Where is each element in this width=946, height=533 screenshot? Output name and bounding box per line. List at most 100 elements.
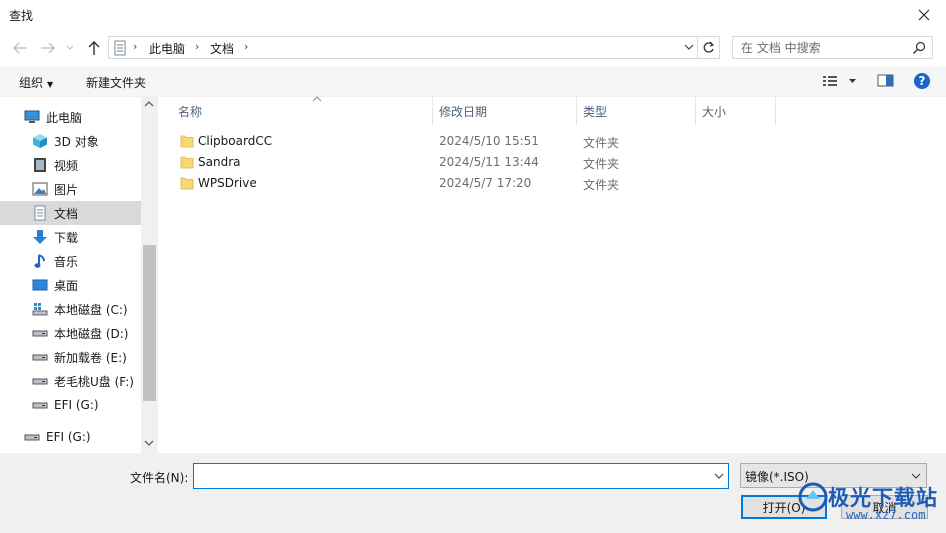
music-icon <box>32 253 48 269</box>
file-date: 2024/5/7 17:20 <box>439 176 532 190</box>
nav-item-desktop[interactable]: 桌面 <box>0 273 141 297</box>
column-header-name[interactable]: 名称 <box>172 95 433 125</box>
preview-pane-button[interactable] <box>877 74 895 91</box>
nav-item-pictures[interactable]: 图片 <box>0 177 141 201</box>
usb-drive-icon <box>32 373 48 389</box>
nav-scrollbar[interactable] <box>141 97 158 453</box>
video-icon <box>32 157 48 173</box>
nav-item-music[interactable]: 音乐 <box>0 249 141 273</box>
chevron-down-icon <box>714 473 724 479</box>
breadcrumb-this-pc[interactable]: 此电脑 <box>149 40 185 57</box>
nav-item-label: EFI (G:) <box>54 398 99 412</box>
column-header-size[interactable]: 大小 <box>696 97 776 125</box>
nav-item-drive-c[interactable]: 本地磁盘 (C:) <box>0 297 141 321</box>
file-date: 2024/5/11 13:44 <box>439 155 539 169</box>
breadcrumb-documents[interactable]: 文档 <box>210 40 234 57</box>
recent-locations-button[interactable] <box>64 38 76 58</box>
drive-icon <box>32 349 48 365</box>
file-type-filter[interactable]: 镜像(*.ISO) <box>740 463 927 488</box>
file-row[interactable]: WPSDrive 2024/5/7 17:20 文件夹 <box>172 173 772 194</box>
filename-dropdown-button[interactable] <box>714 470 724 485</box>
address-dropdown-button[interactable] <box>684 41 694 56</box>
help-button[interactable]: ? <box>913 72 931 93</box>
file-list: 名称 修改日期 类型 大小 ClipboardCC 2024/5/10 15:5… <box>158 95 946 453</box>
file-type: 文件夹 <box>583 178 620 192</box>
preview-pane-icon <box>877 74 894 87</box>
search-icon[interactable] <box>912 41 926 58</box>
nav-item-label: 桌面 <box>54 278 79 293</box>
breadcrumb-separator: › <box>244 40 249 53</box>
chevron-down-icon <box>66 45 74 50</box>
nav-item-label: 图片 <box>54 182 79 197</box>
nav-item-downloads[interactable]: 下载 <box>0 225 141 249</box>
open-button[interactable]: 打开(O) <box>741 495 827 519</box>
nav-item-drive-g[interactable]: EFI (G:) <box>0 393 141 417</box>
nav-item-label: 老毛桃U盘 (F:) <box>54 374 134 389</box>
drive-icon <box>32 325 48 341</box>
folder-icon <box>180 155 194 172</box>
nav-item-this-pc[interactable]: 此电脑 <box>0 105 141 129</box>
new-folder-button[interactable]: 新建文件夹 <box>86 74 146 91</box>
forward-button[interactable] <box>38 38 58 58</box>
folder-icon <box>180 134 194 151</box>
title-bar: 查找 <box>0 0 946 32</box>
file-type: 文件夹 <box>583 157 620 171</box>
caret-down-icon <box>849 79 856 83</box>
address-bar[interactable]: › 此电脑 › 文档 › <box>108 36 698 59</box>
filter-dropdown-button[interactable] <box>911 470 921 485</box>
chevron-down-icon <box>684 44 694 50</box>
up-button[interactable] <box>84 38 104 58</box>
nav-item-label: EFI (G:) <box>46 430 91 444</box>
nav-item-3d-objects[interactable]: 3D 对象 <box>0 129 141 153</box>
nav-item-drive-e[interactable]: 新加载卷 (E:) <box>0 345 141 369</box>
command-bar: 组织 ▼ 新建文件夹 ? <box>0 66 946 97</box>
scrollbar-thumb[interactable] <box>143 245 156 401</box>
organize-button[interactable]: 组织 ▼ <box>19 74 53 91</box>
nav-item-label: 下载 <box>54 230 79 245</box>
nav-item-videos[interactable]: 视频 <box>0 153 141 177</box>
nav-item-drive-d[interactable]: 本地磁盘 (D:) <box>0 321 141 345</box>
nav-item-label: 音乐 <box>54 254 79 269</box>
desktop-icon <box>32 277 48 293</box>
arrow-up-icon <box>88 41 100 55</box>
view-options-button[interactable] <box>822 74 860 91</box>
nav-item-documents[interactable]: 文档 <box>0 201 141 225</box>
cube-3d-icon <box>32 133 48 149</box>
drive-icon <box>32 397 48 413</box>
pictures-icon <box>32 181 48 197</box>
nav-item-label: 新加载卷 (E:) <box>54 350 127 365</box>
file-name: WPSDrive <box>198 176 257 190</box>
search-input[interactable] <box>733 37 908 58</box>
filename-field[interactable] <box>193 463 729 489</box>
arrow-right-icon <box>41 42 55 54</box>
breadcrumb-separator: › <box>133 40 138 53</box>
nav-item-drive-g-root[interactable]: EFI (G:) <box>0 425 141 449</box>
folder-icon <box>180 176 194 193</box>
column-label: 名称 <box>178 104 203 119</box>
window-title: 查找 <box>9 9 34 23</box>
download-icon <box>32 229 48 245</box>
nav-item-drive-f[interactable]: 老毛桃U盘 (F:) <box>0 369 141 393</box>
scroll-down-arrow-icon[interactable] <box>144 439 154 450</box>
nav-item-label: 此电脑 <box>46 110 83 125</box>
file-row[interactable]: Sandra 2024/5/11 13:44 文件夹 <box>172 152 772 173</box>
cancel-button[interactable]: 取消 <box>841 495 928 519</box>
column-header-date[interactable]: 修改日期 <box>433 97 577 125</box>
organize-label: 组织 <box>19 76 44 90</box>
refresh-button[interactable] <box>698 36 720 59</box>
sort-ascending-icon <box>312 95 322 105</box>
scroll-up-arrow-icon[interactable] <box>144 100 154 111</box>
close-button[interactable] <box>902 0 946 30</box>
drive-icon <box>24 429 40 445</box>
column-header-type[interactable]: 类型 <box>577 97 696 125</box>
back-button[interactable] <box>10 38 30 58</box>
nav-item-label: 3D 对象 <box>54 134 99 149</box>
windows-drive-icon <box>32 301 48 317</box>
search-box[interactable] <box>732 36 933 59</box>
refresh-icon <box>703 41 715 53</box>
arrow-left-icon <box>13 42 27 54</box>
navigation-pane: 此电脑 3D 对象 视频 图片 文档 下载 音乐 桌面 本地磁盘 (C:) 本地… <box>0 97 158 453</box>
file-row[interactable]: ClipboardCC 2024/5/10 15:51 文件夹 <box>172 131 772 152</box>
help-icon: ? <box>914 73 930 89</box>
file-name: Sandra <box>198 155 241 169</box>
